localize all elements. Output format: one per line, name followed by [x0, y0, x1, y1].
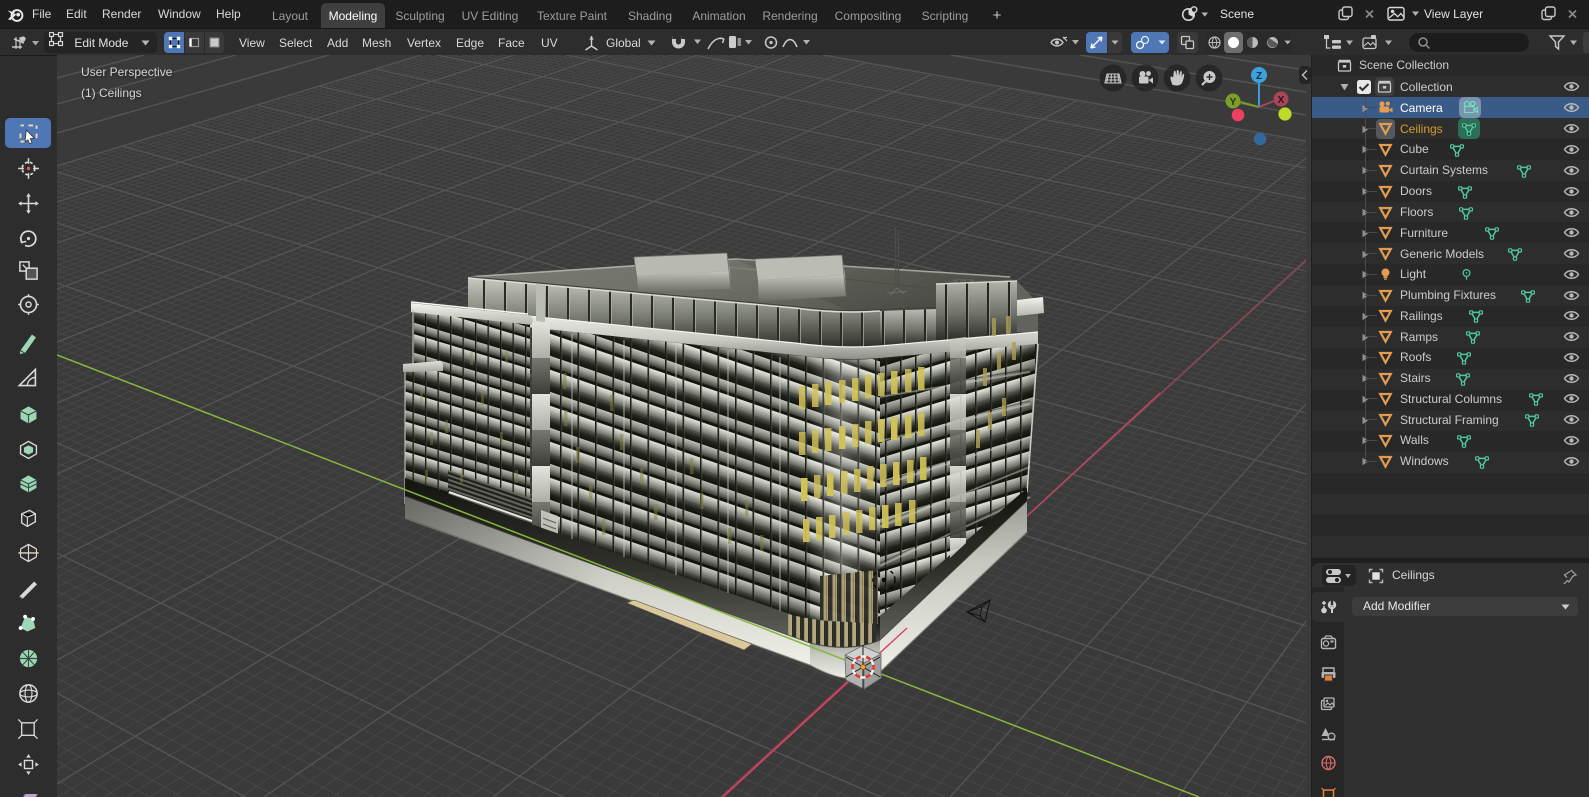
svg-text:(1) Ceilings: (1) Ceilings — [81, 86, 142, 100]
svg-text:User Perspective: User Perspective — [81, 65, 173, 79]
svg-text:X: X — [1278, 95, 1285, 106]
svg-text:Y: Y — [1230, 97, 1237, 108]
svg-text:Z: Z — [1256, 71, 1262, 82]
